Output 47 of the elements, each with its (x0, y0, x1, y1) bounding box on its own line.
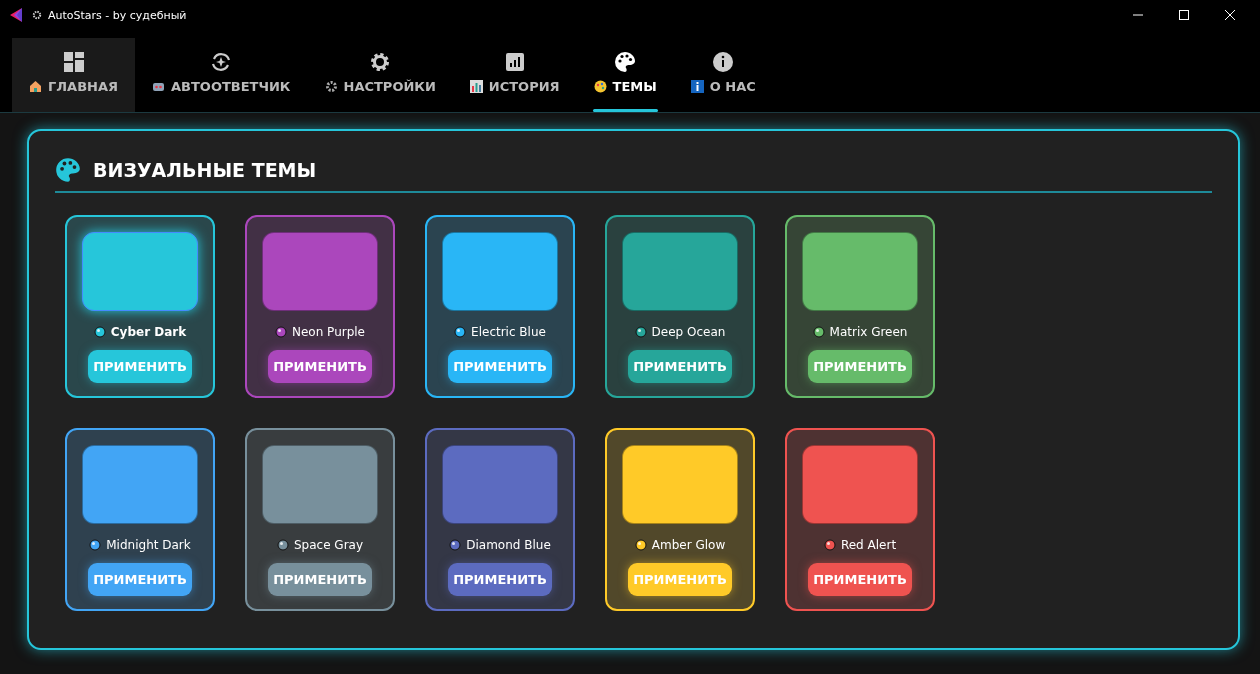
theme-name: Diamond Blue (466, 538, 551, 552)
theme-name: Electric Blue (471, 325, 546, 339)
gear-icon (324, 80, 338, 93)
theme-name: Cyber Dark (110, 325, 187, 339)
theme-name: Matrix Green (829, 325, 908, 339)
app-logo-icon (10, 8, 22, 22)
chart-icon (469, 80, 483, 93)
panel-title: ВИЗУАЛЬНЫЕ ТЕМЫ (93, 159, 317, 181)
tab[interactable]: О НАС (673, 38, 773, 112)
info-icon (690, 80, 704, 93)
theme-card[interactable]: Midnight Dark ПРИМЕНИТЬ (65, 428, 215, 611)
palette-icon (55, 157, 81, 183)
theme-name: Midnight Dark (106, 538, 191, 552)
window-title: AutoStars - by судебный (48, 8, 187, 22)
theme-name: Neon Purple (292, 325, 365, 339)
tab[interactable]: НАСТРОЙКИ (307, 38, 453, 112)
theme-card[interactable]: Neon Purple ПРИМЕНИТЬ (245, 215, 395, 398)
theme-card[interactable]: Red Alert ПРИМЕНИТЬ (785, 428, 935, 611)
close-icon[interactable] (1224, 9, 1236, 21)
theme-name: Amber Glow (651, 538, 726, 552)
palette-icon (614, 51, 637, 73)
apply-button[interactable]: ПРИМЕНИТЬ (268, 350, 372, 383)
maximize-icon[interactable] (1178, 9, 1190, 21)
theme-name: Red Alert (840, 538, 897, 552)
theme-card[interactable]: Deep Ocean ПРИМЕНИТЬ (605, 215, 755, 398)
refresh-icon (210, 51, 233, 73)
theme-card[interactable]: Space Gray ПРИМЕНИТЬ (245, 428, 395, 611)
tab[interactable]: ТЕМЫ (576, 38, 674, 112)
gear-icon (32, 10, 42, 20)
info-icon (712, 51, 735, 73)
tab[interactable]: ГЛАВНАЯ (12, 38, 135, 112)
theme-card[interactable]: Electric Blue ПРИМЕНИТЬ (425, 215, 575, 398)
robot-icon (152, 80, 165, 93)
theme-card[interactable]: Amber Glow ПРИМЕНИТЬ (605, 428, 755, 611)
grid-icon (62, 51, 85, 73)
theme-card[interactable]: Cyber Dark ПРИМЕНИТЬ (65, 215, 215, 398)
theme-card[interactable]: Matrix Green ПРИМЕНИТЬ (785, 215, 935, 398)
chart-icon (503, 51, 526, 73)
theme-name: Space Gray (293, 538, 364, 552)
tab[interactable]: АВТООТВЕТЧИК (135, 38, 308, 112)
tab[interactable]: ИСТОРИЯ (452, 38, 577, 112)
theme-name: Deep Ocean (651, 325, 726, 339)
palette-icon (593, 80, 607, 93)
house-icon (29, 80, 42, 93)
apply-button[interactable]: ПРИМЕНИТЬ (448, 563, 552, 596)
theme-card[interactable]: Diamond Blue ПРИМЕНИТЬ (425, 428, 575, 611)
gear-icon (369, 51, 392, 73)
